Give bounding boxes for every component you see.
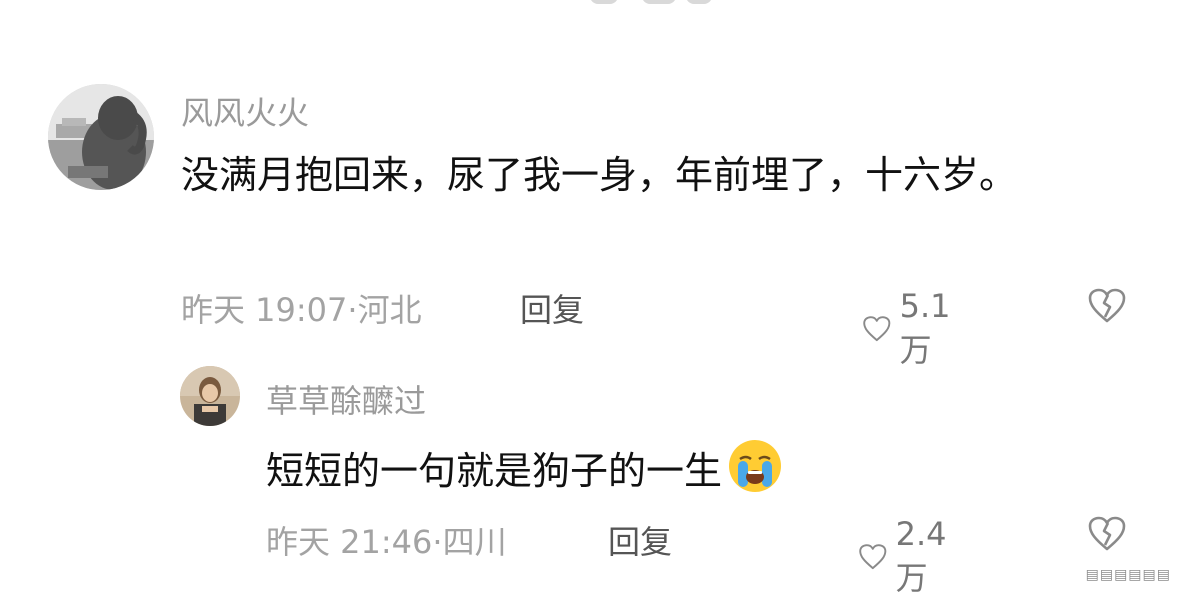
person-avatar-icon <box>180 366 240 426</box>
dislike-button[interactable] <box>1087 515 1127 557</box>
comment-text: 短短的一句就是狗子的一生 <box>266 437 784 510</box>
like-button[interactable]: 5.1万 <box>862 287 961 371</box>
username[interactable]: 风风火火 <box>181 88 309 134</box>
reply-button[interactable]: 回复 <box>520 285 584 331</box>
top-cut-text-fragment <box>590 0 720 6</box>
comment-location: 四川 <box>442 523 507 561</box>
elephant-avatar-icon <box>48 84 154 190</box>
comment-text-content: 短短的一句就是狗子的一生 <box>266 449 723 493</box>
comment-time: 昨天 21:46 <box>266 523 433 561</box>
watermark-dots: ▤▤▤▤▤▤ <box>1085 567 1171 583</box>
broken-heart-icon <box>1088 288 1126 323</box>
like-button[interactable]: 2.4万 <box>858 515 957 599</box>
comment-meta: 昨天 21:46·四川 <box>266 517 507 563</box>
user-avatar[interactable] <box>48 84 154 190</box>
user-avatar[interactable] <box>180 366 240 426</box>
like-count: 5.1万 <box>899 287 951 369</box>
like-count: 2.4万 <box>895 515 947 597</box>
comment-text: 没满月抱回来，尿了我一身，年前埋了，十六岁。 <box>181 153 1018 197</box>
comment-time: 昨天 19:07 <box>181 291 348 329</box>
broken-heart-icon <box>1088 516 1126 551</box>
comment-location: 河北 <box>357 291 422 329</box>
heart-outline-icon <box>863 316 891 342</box>
meta-separator: · <box>347 291 358 329</box>
meta-separator: · <box>432 523 443 561</box>
reply-button[interactable]: 回复 <box>608 517 672 563</box>
loudly-crying-face-icon <box>726 437 784 510</box>
username[interactable]: 草草酴醾过 <box>266 376 426 422</box>
heart-outline-icon <box>859 544 887 570</box>
dislike-button[interactable] <box>1087 287 1127 329</box>
comment-meta: 昨天 19:07·河北 <box>181 285 422 331</box>
